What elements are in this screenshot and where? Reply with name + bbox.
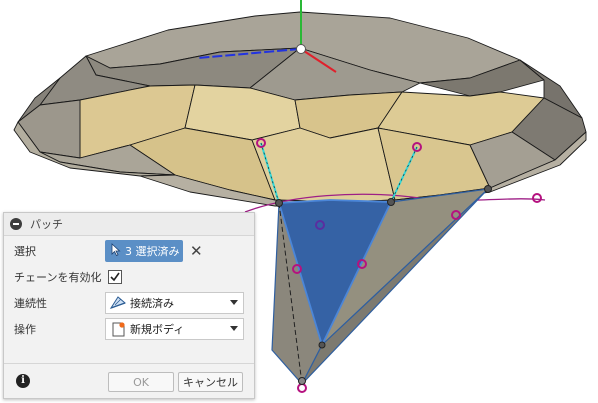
patch-dialog: パッチ 選択 3 選択済み ✕ チェーンを有効化 連続性 接続済み 操作 新規ボ…: [3, 212, 255, 399]
vertex-point[interactable]: [318, 341, 326, 349]
cursor-icon: [111, 243, 121, 259]
checkmark-icon: [110, 272, 120, 282]
info-icon[interactable]: i: [16, 374, 30, 388]
selection-label: 選択: [14, 245, 36, 258]
chain-checkbox[interactable]: [108, 270, 122, 284]
vertex-point[interactable]: [484, 185, 492, 193]
vertex-point[interactable]: [298, 377, 306, 385]
ok-button[interactable]: OK: [108, 372, 174, 392]
collapse-icon[interactable]: [10, 218, 22, 230]
dome-tan-facet: [251, 127, 396, 203]
continuity-label: 連続性: [14, 297, 47, 310]
chevron-down-icon: [230, 326, 238, 331]
vertex-point[interactable]: [387, 198, 395, 206]
selection-row: 選択 3 選択済み ✕: [4, 239, 254, 263]
operation-row: 操作 新規ボディ: [4, 317, 254, 341]
continuity-row: 連続性 接続済み: [4, 291, 254, 315]
continuity-dropdown[interactable]: 接続済み: [105, 292, 244, 314]
chain-row: チェーンを有効化: [4, 265, 254, 289]
continuity-value: 接続済み: [130, 297, 174, 310]
selection-count: 3 選択済み: [125, 245, 180, 258]
close-icon[interactable]: ✕: [190, 242, 203, 260]
control-point-handle[interactable]: [297, 383, 307, 393]
dialog-title: パッチ: [30, 218, 63, 231]
connected-icon: [109, 296, 126, 309]
control-point-handle[interactable]: [532, 193, 542, 203]
chain-label: チェーンを有効化: [14, 271, 102, 284]
vertex-point[interactable]: [275, 199, 283, 207]
operation-dropdown[interactable]: 新規ボディ: [105, 318, 244, 340]
dialog-footer: i OK キャンセル: [4, 363, 254, 399]
operation-value: 新規ボディ: [130, 323, 185, 336]
origin-point[interactable]: [296, 44, 306, 54]
new-body-icon: [112, 322, 125, 337]
dialog-title-bar[interactable]: パッチ: [4, 213, 254, 236]
operation-label: 操作: [14, 323, 36, 336]
cancel-button[interactable]: キャンセル: [178, 372, 243, 392]
chevron-down-icon: [230, 300, 238, 305]
selection-button[interactable]: 3 選択済み: [105, 240, 183, 262]
